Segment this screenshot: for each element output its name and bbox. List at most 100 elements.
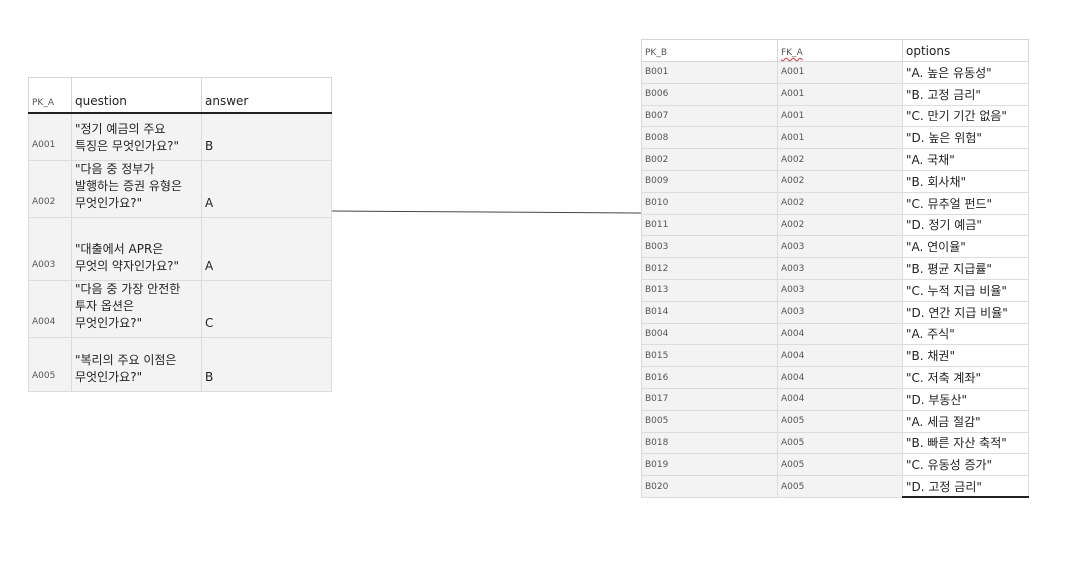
fk-a-cell[interactable]: A001 bbox=[777, 126, 903, 150]
fk-a-cell[interactable]: A004 bbox=[777, 366, 903, 389]
fk-a-cell[interactable]: A003 bbox=[777, 257, 903, 280]
fk-a-cell[interactable]: A003 bbox=[777, 278, 903, 302]
option-cell[interactable]: "A. 주식" bbox=[902, 322, 1029, 346]
pk-b-cell[interactable]: B018 bbox=[641, 431, 778, 455]
option-row: B001 A001 "A. 높은 유동성" bbox=[641, 61, 1029, 84]
pk-b-cell[interactable]: B016 bbox=[641, 366, 778, 389]
pk-b-cell[interactable]: B001 bbox=[641, 61, 778, 84]
option-row: B018 A005 "B. 빠른 자산 축적" bbox=[641, 431, 1029, 455]
pk-b-cell[interactable]: B010 bbox=[641, 191, 778, 215]
option-cell[interactable]: "B. 빠른 자산 축적" bbox=[902, 431, 1029, 455]
option-cell[interactable]: "C. 뮤추얼 펀드" bbox=[902, 191, 1029, 215]
option-row: B019 A005 "C. 유동성 증가" bbox=[641, 453, 1029, 477]
question-table-header-row: PK_A question answer bbox=[28, 77, 332, 114]
option-cell[interactable]: "D. 부동산" bbox=[902, 387, 1029, 411]
question-row: A005 "복리의 주요 이점은 무엇인가요?" B bbox=[28, 337, 332, 392]
pk-a-cell[interactable]: A002 bbox=[28, 160, 72, 218]
option-cell[interactable]: "C. 만기 기간 없음" bbox=[902, 104, 1029, 128]
fk-a-header-label: FK_A bbox=[781, 48, 803, 58]
fk-a-header[interactable]: FK_A bbox=[777, 39, 903, 62]
fk-a-cell[interactable]: A004 bbox=[777, 322, 903, 346]
option-row: B007 A001 "C. 만기 기간 없음" bbox=[641, 104, 1029, 128]
answer-cell[interactable]: A bbox=[201, 217, 332, 281]
option-row: B004 A004 "A. 주식" bbox=[641, 322, 1029, 346]
answer-header[interactable]: answer bbox=[201, 77, 332, 114]
answer-cell[interactable]: B bbox=[201, 337, 332, 392]
fk-a-cell[interactable]: A001 bbox=[777, 61, 903, 84]
question-cell[interactable]: "정기 예금의 주요 특징은 무엇인가요?" bbox=[71, 112, 202, 161]
option-row: B016 A004 "C. 저축 계좌" bbox=[641, 366, 1029, 389]
option-row: B002 A002 "A. 국채" bbox=[641, 148, 1029, 171]
option-row: B008 A001 "D. 높은 위험" bbox=[641, 126, 1029, 150]
option-cell[interactable]: "A. 세금 절감" bbox=[902, 409, 1029, 433]
option-cell[interactable]: "D. 고정 금리" bbox=[902, 475, 1029, 499]
option-cell[interactable]: "C. 유동성 증가" bbox=[902, 453, 1029, 477]
pk-a-cell[interactable]: A003 bbox=[28, 217, 72, 281]
fk-a-cell[interactable]: A002 bbox=[777, 148, 903, 171]
fk-a-cell[interactable]: A005 bbox=[777, 453, 903, 477]
pk-b-cell[interactable]: B008 bbox=[641, 126, 778, 150]
question-header[interactable]: question bbox=[71, 77, 202, 114]
options-table-header-row: PK_B FK_A options bbox=[641, 39, 1029, 62]
option-cell[interactable]: "A. 높은 유동성" bbox=[902, 61, 1029, 84]
pk-a-cell[interactable]: A004 bbox=[28, 280, 72, 338]
fk-a-cell[interactable]: A004 bbox=[777, 344, 903, 368]
pk-b-cell[interactable]: B012 bbox=[641, 257, 778, 280]
answer-cell[interactable]: A bbox=[201, 160, 332, 218]
pk-b-cell[interactable]: B005 bbox=[641, 409, 778, 433]
pk-b-cell[interactable]: B004 bbox=[641, 322, 778, 346]
option-cell[interactable]: "C. 저축 계좌" bbox=[902, 366, 1029, 389]
pk-b-header[interactable]: PK_B bbox=[641, 39, 778, 62]
fk-a-cell[interactable]: A003 bbox=[777, 300, 903, 324]
fk-a-cell[interactable]: A004 bbox=[777, 387, 903, 411]
question-cell[interactable]: "다음 중 정부가 발행하는 증권 유형은 무엇인가요?" bbox=[71, 160, 202, 218]
question-cell[interactable]: "복리의 주요 이점은 무엇인가요?" bbox=[71, 337, 202, 392]
pk-b-cell[interactable]: B002 bbox=[641, 148, 778, 171]
option-cell[interactable]: "A. 연이율" bbox=[902, 235, 1029, 259]
pk-a-cell[interactable]: A001 bbox=[28, 112, 72, 161]
fk-a-cell[interactable]: A002 bbox=[777, 169, 903, 193]
option-cell[interactable]: "C. 누적 지급 비율" bbox=[902, 278, 1029, 302]
question-row: A004 "다음 중 가장 안전한 투자 옵션은 무엇인가요?" C bbox=[28, 280, 332, 338]
option-cell[interactable]: "B. 회사채" bbox=[902, 169, 1029, 193]
options-header[interactable]: options bbox=[902, 39, 1029, 62]
pk-a-header[interactable]: PK_A bbox=[28, 77, 72, 114]
fk-a-cell[interactable]: A002 bbox=[777, 191, 903, 215]
question-cell[interactable]: "대출에서 APR은 무엇의 약자인가요?" bbox=[71, 217, 202, 281]
options-table: PK_B FK_A options B001 A001 "A. 높은 유동성" B00… bbox=[641, 39, 1029, 499]
pk-b-cell[interactable]: B006 bbox=[641, 82, 778, 106]
option-cell[interactable]: "B. 채권" bbox=[902, 344, 1029, 368]
option-row: B009 A002 "B. 회사채" bbox=[641, 169, 1029, 193]
fk-a-cell[interactable]: A005 bbox=[777, 409, 903, 433]
option-cell[interactable]: "D. 연간 지급 비율" bbox=[902, 300, 1029, 324]
option-row: B011 A002 "D. 정기 예금" bbox=[641, 213, 1029, 237]
fk-a-cell[interactable]: A001 bbox=[777, 104, 903, 128]
pk-b-cell[interactable]: B009 bbox=[641, 169, 778, 193]
question-row: A003 "대출에서 APR은 무엇의 약자인가요?" A bbox=[28, 217, 332, 281]
pk-b-cell[interactable]: B015 bbox=[641, 344, 778, 368]
answer-cell[interactable]: B bbox=[201, 112, 332, 161]
fk-a-cell[interactable]: A005 bbox=[777, 475, 903, 498]
fk-a-cell[interactable]: A003 bbox=[777, 235, 903, 259]
pk-b-cell[interactable]: B014 bbox=[641, 300, 778, 324]
question-cell[interactable]: "다음 중 가장 안전한 투자 옵션은 무엇인가요?" bbox=[71, 280, 202, 338]
pk-b-cell[interactable]: B019 bbox=[641, 453, 778, 477]
pk-b-cell[interactable]: B020 bbox=[641, 475, 778, 498]
fk-a-cell[interactable]: A002 bbox=[777, 213, 903, 237]
option-cell[interactable]: "D. 정기 예금" bbox=[902, 213, 1029, 237]
pk-b-cell[interactable]: B013 bbox=[641, 278, 778, 302]
fk-a-cell[interactable]: A001 bbox=[777, 82, 903, 106]
pk-b-cell[interactable]: B003 bbox=[641, 235, 778, 259]
pk-b-cell[interactable]: B007 bbox=[641, 104, 778, 128]
pk-a-cell[interactable]: A005 bbox=[28, 337, 72, 392]
option-cell[interactable]: "B. 고정 금리" bbox=[902, 82, 1029, 106]
answer-cell[interactable]: C bbox=[201, 280, 332, 338]
pk-b-cell[interactable]: B011 bbox=[641, 213, 778, 237]
option-cell[interactable]: "D. 높은 위험" bbox=[902, 126, 1029, 150]
pk-b-cell[interactable]: B017 bbox=[641, 387, 778, 411]
option-cell[interactable]: "B. 평균 지급률" bbox=[902, 257, 1029, 280]
option-row: B012 A003 "B. 평균 지급률" bbox=[641, 257, 1029, 280]
fk-a-cell[interactable]: A005 bbox=[777, 431, 903, 455]
option-row: B010 A002 "C. 뮤추얼 펀드" bbox=[641, 191, 1029, 215]
option-cell[interactable]: "A. 국채" bbox=[902, 148, 1029, 171]
